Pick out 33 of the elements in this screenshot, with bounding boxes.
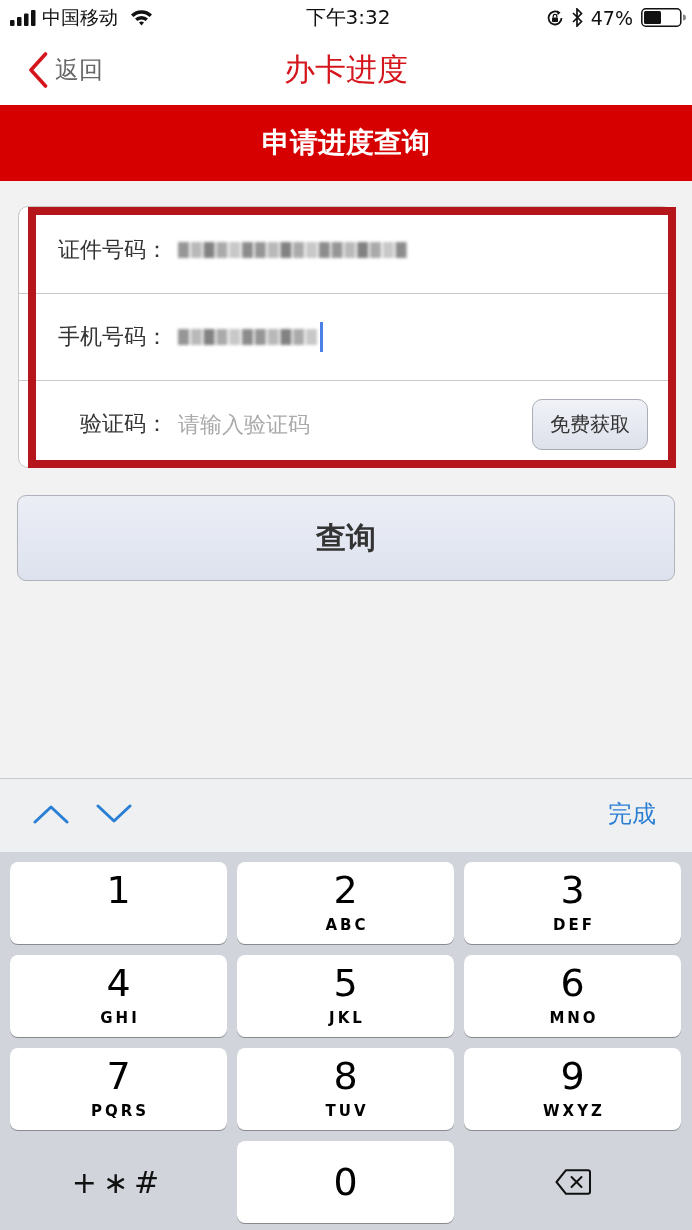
battery-percent: 47% xyxy=(590,6,633,29)
keypad-key[interactable]: 7 PQRS xyxy=(10,1048,227,1130)
keypad-key[interactable]: 2 ABC xyxy=(237,862,454,944)
section-banner: 申请进度查询 xyxy=(0,105,692,181)
battery-icon xyxy=(641,8,686,27)
delete-icon[interactable] xyxy=(554,1169,591,1195)
chevron-up-icon[interactable] xyxy=(33,803,69,824)
carrier-name: 中国移动 xyxy=(42,4,118,30)
get-code-button[interactable]: 免费获取 xyxy=(532,398,648,450)
clock-time: 下午3:32 xyxy=(305,4,391,31)
done-button[interactable]: 完成 xyxy=(608,797,656,830)
wifi-icon xyxy=(130,9,153,26)
keypad-key[interactable]: 3 DEF xyxy=(464,862,681,944)
field-label: 手机号码： xyxy=(57,323,168,351)
field-label: 证件号码： xyxy=(57,236,168,264)
keypad-key[interactable]: 8 TUV xyxy=(237,1048,454,1130)
keypad-key[interactable]: 0 xyxy=(237,1141,454,1223)
page-title: 办卡进度 xyxy=(284,50,408,89)
chevron-down-icon[interactable] xyxy=(96,803,132,824)
bluetooth-icon xyxy=(571,8,583,27)
keypad-key[interactable]: 9 WXYZ xyxy=(464,1048,681,1130)
back-button[interactable]: 返回 xyxy=(28,52,103,88)
keypad-key[interactable]: 6 MNO xyxy=(464,955,681,1037)
chevron-left-icon xyxy=(28,52,48,88)
keypad-key[interactable]: 5 JKL xyxy=(237,955,454,1037)
rotation-lock-icon xyxy=(545,8,564,27)
keypad-key[interactable]: 4 GHI xyxy=(10,955,227,1037)
code-input-field[interactable]: 请输入验证码 xyxy=(178,396,518,452)
field-label: 验证码： xyxy=(79,410,168,438)
signal-icon xyxy=(10,9,36,26)
keypad-key[interactable]: 1 xyxy=(10,862,227,944)
query-button[interactable]: 查询 xyxy=(17,495,675,581)
symbols-key[interactable]: +∗# xyxy=(71,1164,166,1200)
